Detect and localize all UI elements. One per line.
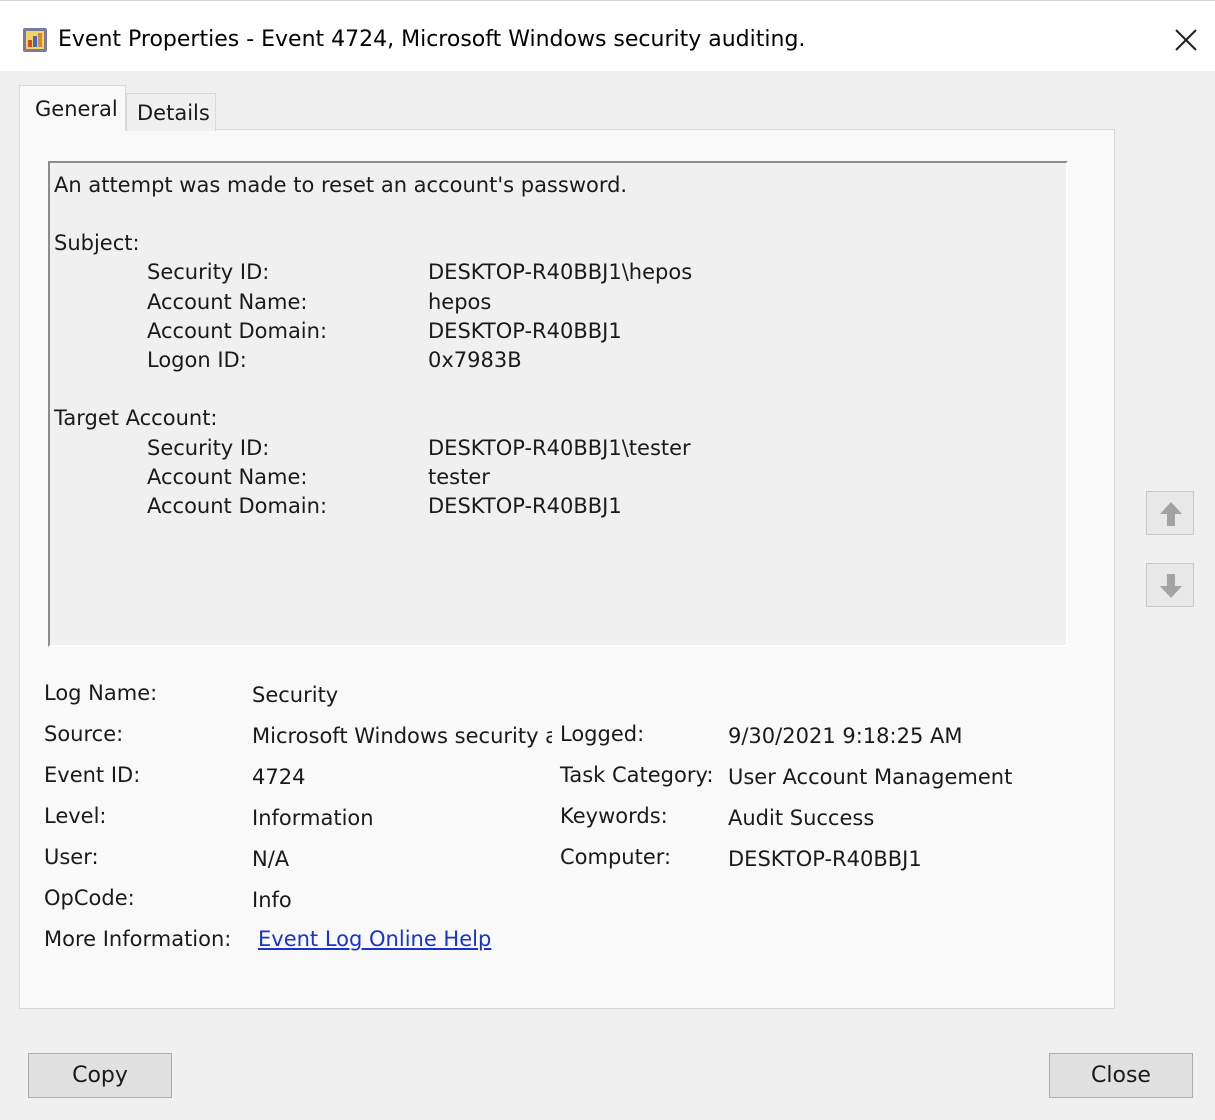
next-event-button[interactable]: [1146, 563, 1194, 607]
user-label: User:: [44, 845, 99, 869]
subject-account-name-value: hepos: [428, 290, 492, 314]
event-viewer-icon: [23, 28, 47, 52]
target-account-domain-value: DESKTOP-R40BBJ1: [428, 494, 622, 518]
target-account-name-value: tester: [428, 465, 490, 489]
log-name-value: Security: [252, 683, 339, 707]
target-account-heading: Target Account:: [54, 406, 218, 430]
title-bar: Event Properties - Event 4724, Microsoft…: [0, 1, 1215, 71]
event-id-label: Event ID:: [44, 763, 141, 787]
log-name-label: Log Name:: [44, 681, 158, 705]
computer-value: DESKTOP-R40BBJ1: [728, 847, 922, 871]
subject-security-id-value: DESKTOP-R40BBJ1\hepos: [428, 260, 693, 284]
subject-account-domain-value: DESKTOP-R40BBJ1: [428, 319, 622, 343]
arrow-down-icon: [1160, 574, 1182, 598]
source-value: Microsoft Windows security auditing.: [252, 724, 552, 748]
tab-general[interactable]: General: [19, 85, 126, 131]
target-security-id-value: DESKTOP-R40BBJ1\tester: [428, 436, 691, 460]
subject-logon-id-value: 0x7983B: [428, 348, 522, 372]
source-label: Source:: [44, 722, 124, 746]
more-information-label: More Information:: [44, 927, 232, 951]
event-properties-window: Event Properties - Event 4724, Microsoft…: [0, 0, 1215, 1120]
keywords-value: Audit Success: [728, 806, 875, 830]
computer-label: Computer:: [560, 845, 672, 869]
tab-details[interactable]: Details: [126, 93, 216, 131]
target-security-id-label: Security ID:: [147, 436, 270, 460]
subject-security-id-label: Security ID:: [147, 260, 270, 284]
event-id-value: 4724: [252, 765, 306, 789]
copy-button[interactable]: Copy: [28, 1053, 172, 1098]
subject-account-name-label: Account Name:: [147, 290, 308, 314]
previous-event-button[interactable]: [1146, 491, 1194, 535]
event-description-box[interactable]: An attempt was made to reset an account'…: [48, 161, 1068, 647]
arrow-up-icon: [1160, 502, 1182, 526]
logged-value: 9/30/2021 9:18:25 AM: [728, 724, 963, 748]
opcode-label: OpCode:: [44, 886, 135, 910]
close-icon[interactable]: [1166, 23, 1206, 57]
level-value: Information: [252, 806, 374, 830]
close-button[interactable]: Close: [1049, 1053, 1193, 1098]
task-category-label: Task Category:: [560, 763, 714, 787]
opcode-value: Info: [252, 888, 292, 912]
subject-heading: Subject:: [54, 231, 140, 255]
keywords-label: Keywords:: [560, 804, 668, 828]
user-value: N/A: [252, 847, 290, 871]
logged-label: Logged:: [560, 722, 645, 746]
window-title: Event Properties - Event 4724, Microsoft…: [58, 27, 806, 52]
target-account-domain-label: Account Domain:: [147, 494, 328, 518]
subject-logon-id-label: Logon ID:: [147, 348, 247, 372]
description-headline: An attempt was made to reset an account'…: [54, 173, 628, 197]
event-log-online-help-link[interactable]: Event Log Online Help: [258, 925, 491, 953]
level-label: Level:: [44, 804, 107, 828]
task-category-value: User Account Management: [728, 765, 1013, 789]
subject-account-domain-label: Account Domain:: [147, 319, 328, 343]
target-account-name-label: Account Name:: [147, 465, 308, 489]
